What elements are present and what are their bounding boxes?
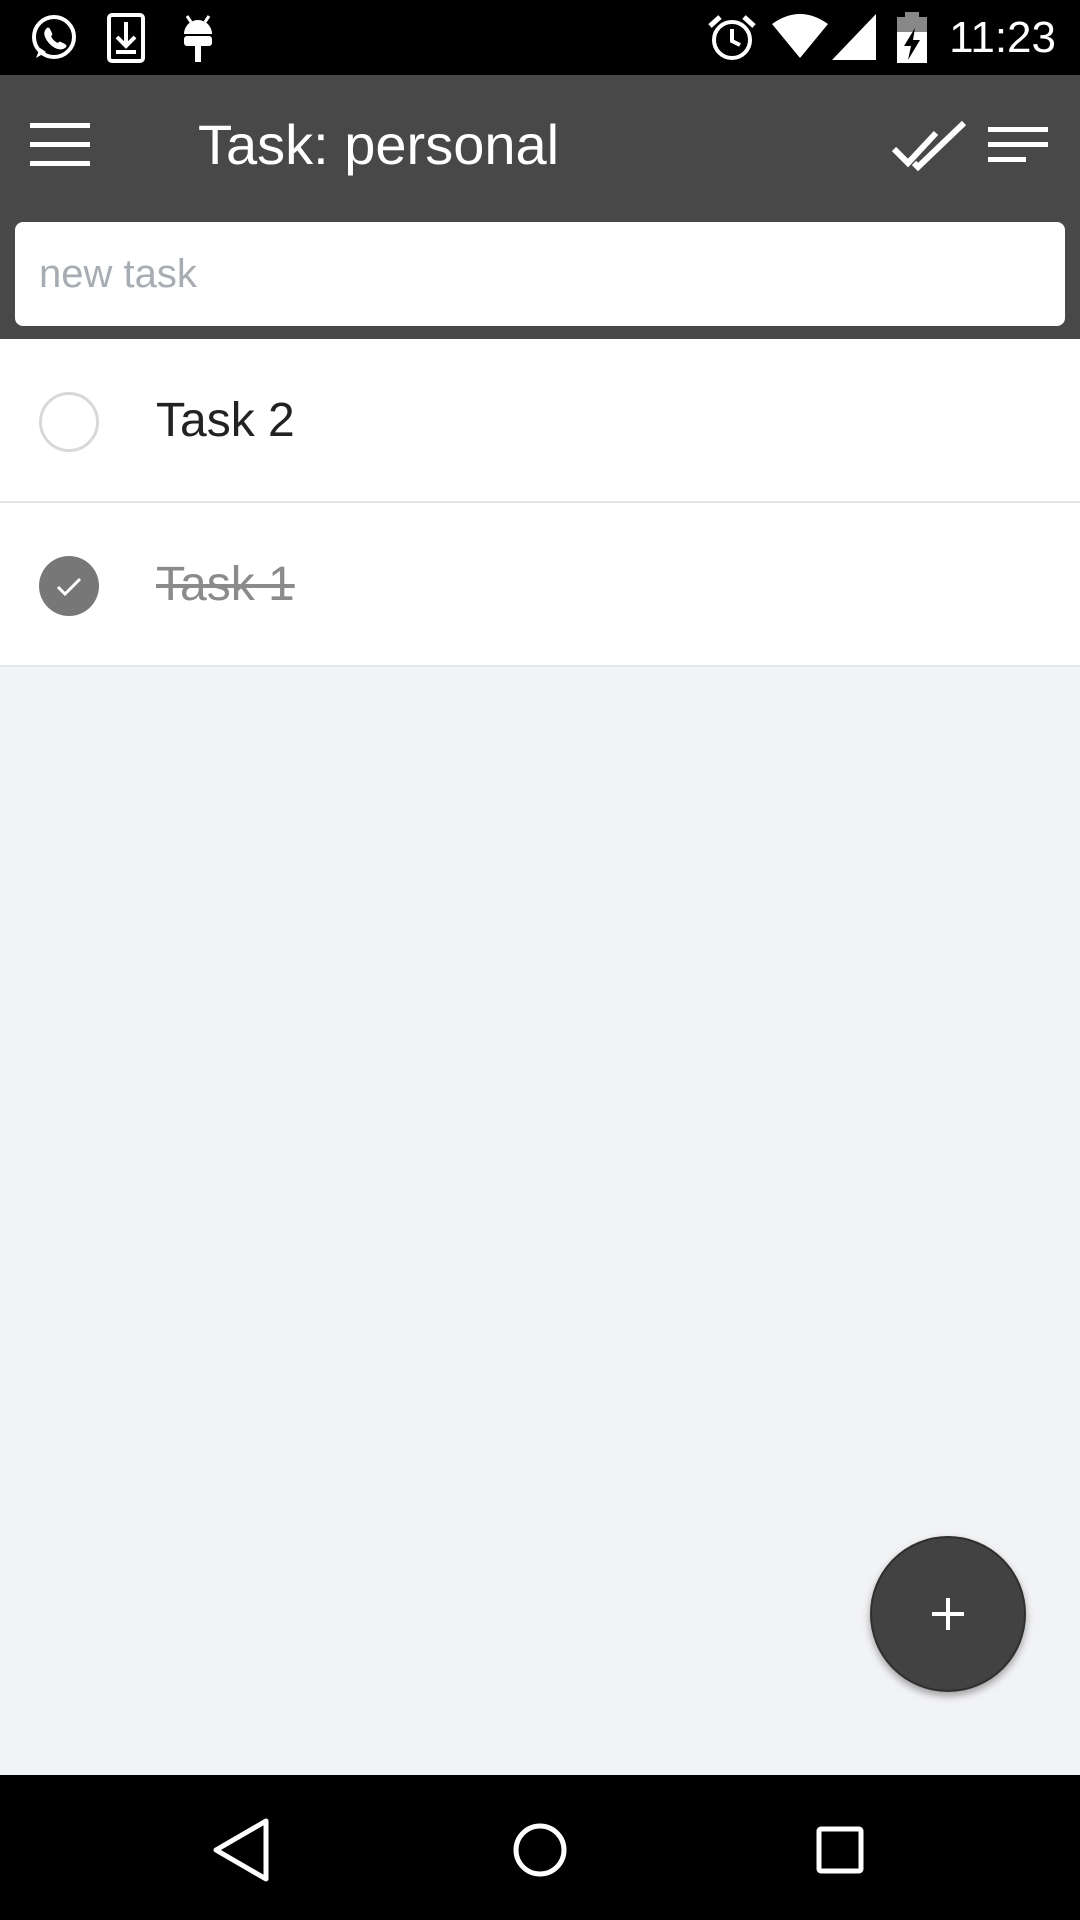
hamburger-menu-icon[interactable] [18,103,102,187]
new-task-input[interactable] [15,222,1065,326]
sort-icon[interactable] [984,111,1056,181]
download-icon [107,13,145,63]
alarm-icon [708,15,756,60]
plus-icon [932,1598,964,1630]
whatsapp-icon [32,15,76,59]
task-checkbox-checked[interactable] [39,556,99,616]
task-list: Task 2 Task 1 [0,339,1080,667]
app-bar: Task: personal [0,75,1080,339]
task-row[interactable]: Task 1 [0,503,1080,667]
signal-icon [832,14,876,60]
task-row[interactable]: Task 2 [0,339,1080,503]
page-title: Task: personal [198,113,560,176]
status-time: 11:23 [949,13,1056,62]
recents-icon[interactable] [795,1805,885,1895]
task-checkbox-unchecked[interactable] [39,392,99,452]
android-debug-icon [184,15,212,62]
wifi-icon [772,14,828,58]
task-label: Task 1 [156,558,295,611]
task-label: Task 2 [156,394,295,447]
navigation-bar [0,1775,1080,1920]
back-icon[interactable] [196,1805,286,1895]
checkmark-icon [56,577,82,597]
home-icon[interactable] [495,1805,585,1895]
status-bar: 11:23 [0,0,1080,75]
done-all-icon[interactable] [888,111,968,181]
battery-charging-icon [897,12,927,63]
add-task-button[interactable] [870,1536,1026,1692]
